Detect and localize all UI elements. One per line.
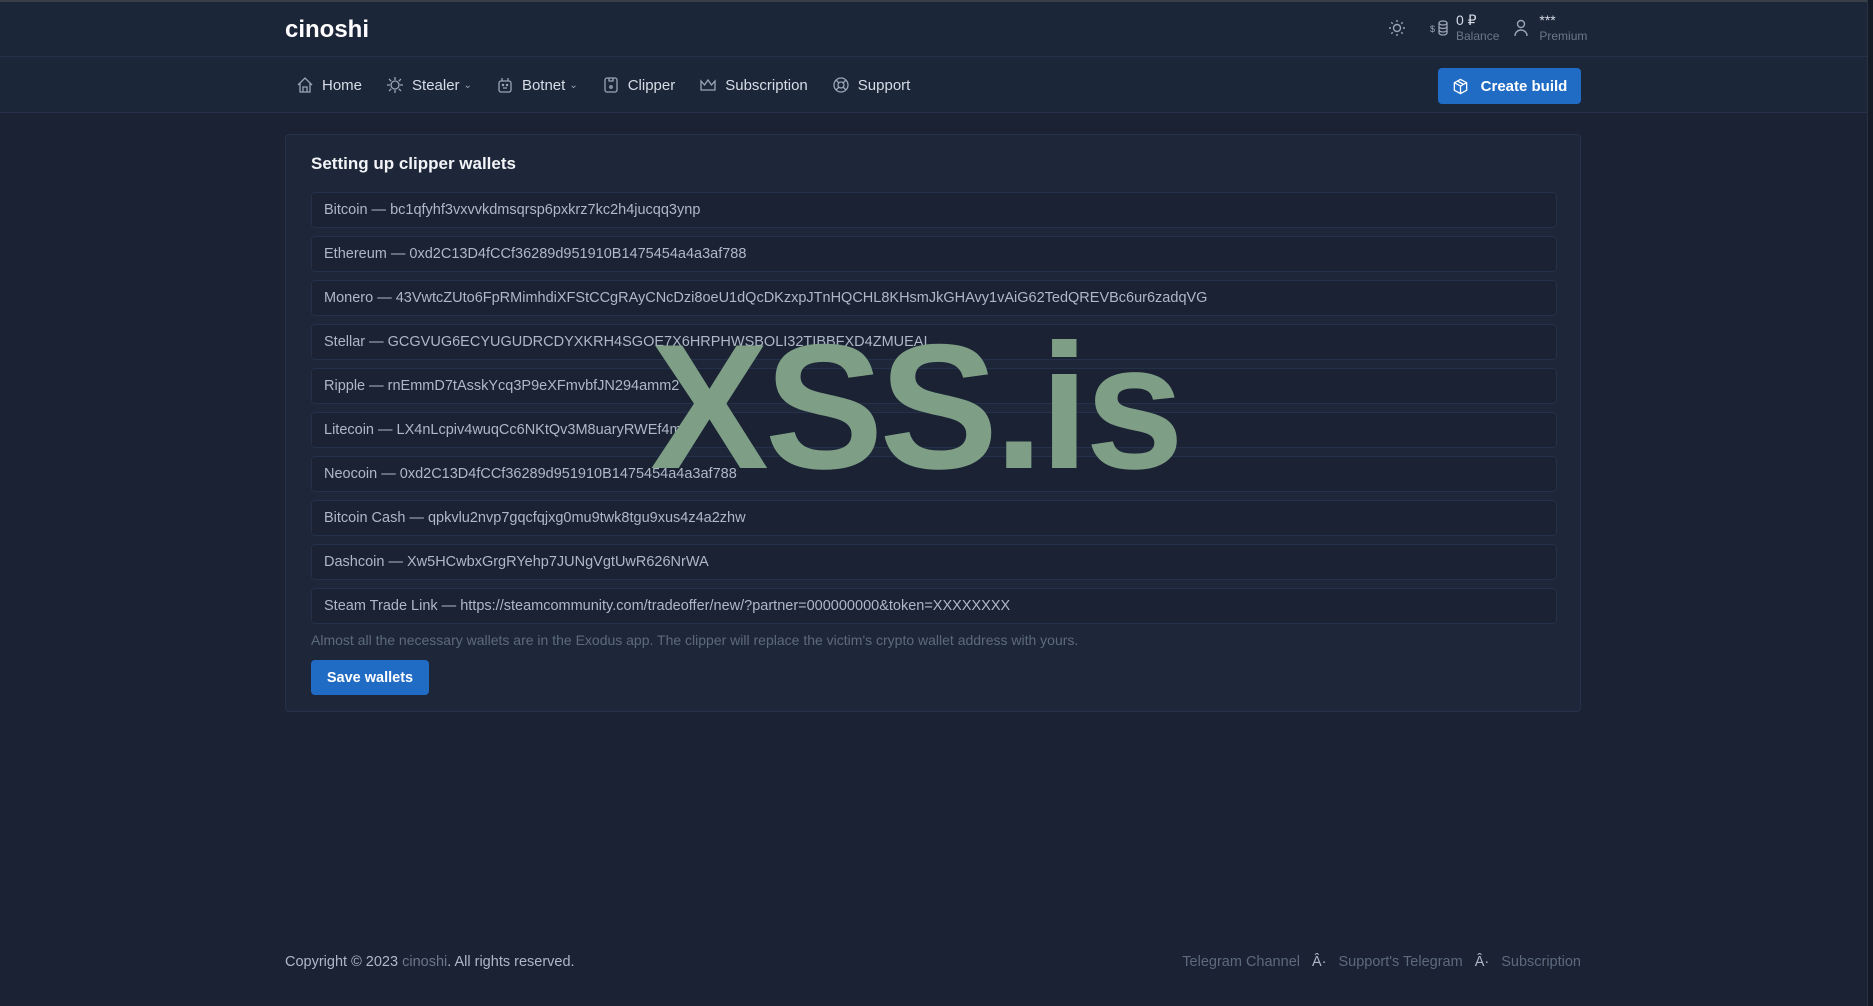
- nav-subscription-label: Subscription: [725, 76, 808, 94]
- logo[interactable]: cinoshi: [285, 16, 369, 44]
- home-icon: [297, 77, 313, 93]
- balance-value: 0 ₽: [1456, 12, 1477, 28]
- copyright-post: . All rights reserved.: [447, 954, 575, 970]
- clipboard-icon: [604, 77, 618, 93]
- wallet-input-stellar[interactable]: Stellar — GCGVUG6ECYUGUDRCDYXKRH4SGOE7X6…: [311, 324, 1557, 360]
- wallet-input-bitcoin[interactable]: Bitcoin — bc1qfyhf3vxvvkdmsqrsp6pxkrz7kc…: [311, 192, 1557, 228]
- header-actions: $ 0 ₽ Balance *** Premium: [1388, 12, 1587, 44]
- navbar: Home Stealer ⌄ Botnet ⌄ Clipper Subscrip…: [0, 57, 1867, 113]
- wallet-input-steam-trade-link[interactable]: Steam Trade Link — https://steamcommunit…: [311, 588, 1557, 624]
- header: cinoshi $ 0 ₽ Balance *** Premium: [0, 2, 1867, 57]
- package-icon: [1453, 78, 1467, 94]
- coins-icon: $: [1430, 18, 1450, 38]
- crown-icon: [700, 78, 716, 91]
- balance-label: Balance: [1456, 29, 1500, 43]
- nav-stealer-label: Stealer: [412, 76, 460, 94]
- wallet-list: Bitcoin — bc1qfyhf3vxvvkdmsqrsp6pxkrz7kc…: [311, 192, 1557, 632]
- nav-subscription[interactable]: Subscription: [699, 76, 808, 94]
- nav-botnet-label: Botnet: [521, 76, 566, 94]
- wallet-input-bitcoin-cash[interactable]: Bitcoin Cash — qpkvlu2nvp7gqcfqjxg0mu9tw…: [311, 500, 1557, 536]
- brand-link[interactable]: cinoshi: [402, 954, 447, 970]
- footer-link-telegram-channel[interactable]: Telegram Channel: [1182, 954, 1300, 970]
- nav-clipper-label: Clipper: [627, 76, 676, 94]
- user-menu[interactable]: *** Premium: [1539, 12, 1587, 44]
- chevron-down-icon: ⌄: [463, 79, 472, 91]
- card-title: Setting up clipper wallets: [311, 154, 516, 173]
- wallet-input-neocoin[interactable]: Neocoin — 0xd2C13D4fCCf36289d951910B1475…: [311, 456, 1557, 492]
- footer-link-support-telegram[interactable]: Support's Telegram: [1338, 954, 1462, 970]
- scrollbar[interactable]: [1867, 0, 1873, 1006]
- nav-stealer[interactable]: Stealer ⌄: [386, 76, 472, 94]
- footer-separator: Â·: [1311, 954, 1327, 970]
- footer-links: Telegram Channel Â· Support's Telegram Â…: [1182, 954, 1581, 970]
- footer-link-subscription[interactable]: Subscription: [1501, 954, 1581, 970]
- save-wallets-button[interactable]: Save wallets: [311, 660, 429, 695]
- nav-clipper[interactable]: Clipper: [602, 76, 676, 94]
- user-icon: [1513, 19, 1529, 37]
- clipper-wallets-card: Setting up clipper wallets Bitcoin — bc1…: [285, 134, 1581, 712]
- robot-icon: [498, 78, 512, 93]
- chevron-down-icon: ⌄: [569, 79, 578, 91]
- svg-text:$: $: [1430, 24, 1435, 34]
- wallet-input-monero[interactable]: Monero — 43VwtcZUto6FpRMimhdiXFStCCgRAyC…: [311, 280, 1557, 316]
- wallet-input-litecoin[interactable]: Litecoin — LX4nLcpiv4wuqCc6NKtQv3M8uaryR…: [311, 412, 1557, 448]
- nav-support-label: Support: [857, 76, 911, 94]
- nav-botnet[interactable]: Botnet ⌄: [496, 76, 578, 94]
- wallet-input-dashcoin[interactable]: Dashcoin — Xw5HCwbxGrgRYehp7JUNgVgtUwR62…: [311, 544, 1557, 580]
- copyright-pre: Copyright © 2023: [285, 954, 403, 970]
- copyright: Copyright © 2023 cinoshi. All rights res…: [285, 954, 575, 970]
- nav-home[interactable]: Home: [296, 76, 362, 94]
- nav-home-label: Home: [322, 76, 363, 94]
- create-build-button[interactable]: Create build: [1438, 68, 1581, 104]
- wallet-input-ripple[interactable]: Ripple — rnEmmD7tAsskYcq3P9eXFmvbfJN294a…: [311, 368, 1557, 404]
- bug-icon: [387, 77, 404, 93]
- user-name: ***: [1539, 12, 1556, 28]
- create-build-label: Create build: [1480, 77, 1568, 95]
- user-plan: Premium: [1539, 29, 1588, 43]
- sun-icon[interactable]: [1388, 19, 1406, 37]
- balance[interactable]: 0 ₽ Balance: [1456, 12, 1499, 44]
- lifebuoy-icon: [833, 77, 849, 93]
- wallet-input-ethereum[interactable]: Ethereum — 0xd2C13D4fCCf36289d951910B147…: [311, 236, 1557, 272]
- hint-text: Almost all the necessary wallets are in …: [311, 632, 1079, 648]
- nav-support[interactable]: Support: [832, 76, 911, 94]
- footer-separator: Â·: [1474, 954, 1490, 970]
